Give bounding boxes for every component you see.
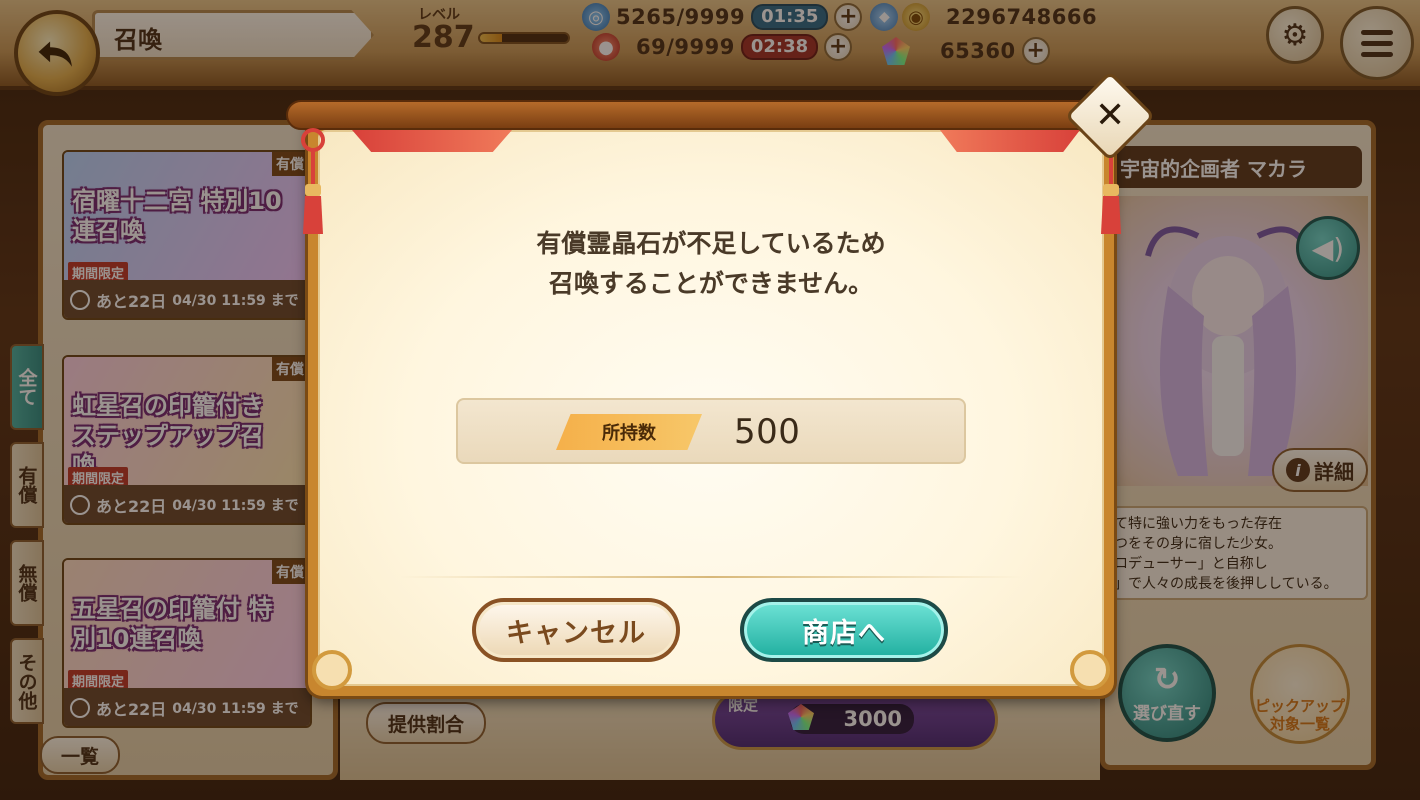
- dialog-message: 有償霊晶石が不足しているため 召喚することができません。: [318, 224, 1104, 304]
- message-line-1: 有償霊晶石が不足しているため: [536, 229, 886, 258]
- close-icon: ✕: [1094, 94, 1126, 136]
- owned-value: 500: [734, 412, 801, 452]
- summon-screen: 召喚 レベル 287 ◎ 5265/9999 01:35 + ◆ ● 69/99…: [0, 0, 1420, 800]
- go-to-shop-button[interactable]: 商店へ: [740, 598, 948, 662]
- ribbon-decoration: [940, 130, 1080, 152]
- message-line-2: 召喚することができません。: [548, 269, 874, 298]
- owned-label: 所持数: [556, 414, 702, 450]
- owned-count-box: [456, 398, 966, 464]
- corner-ornament-icon: [1070, 650, 1110, 690]
- dialog-top-rail: [286, 100, 1138, 130]
- tassel-ornament-icon: [301, 128, 325, 234]
- corner-ornament-icon: [312, 650, 352, 690]
- ribbon-decoration: [352, 130, 512, 152]
- dialog-divider: [400, 576, 1022, 578]
- cancel-button[interactable]: キャンセル: [472, 598, 680, 662]
